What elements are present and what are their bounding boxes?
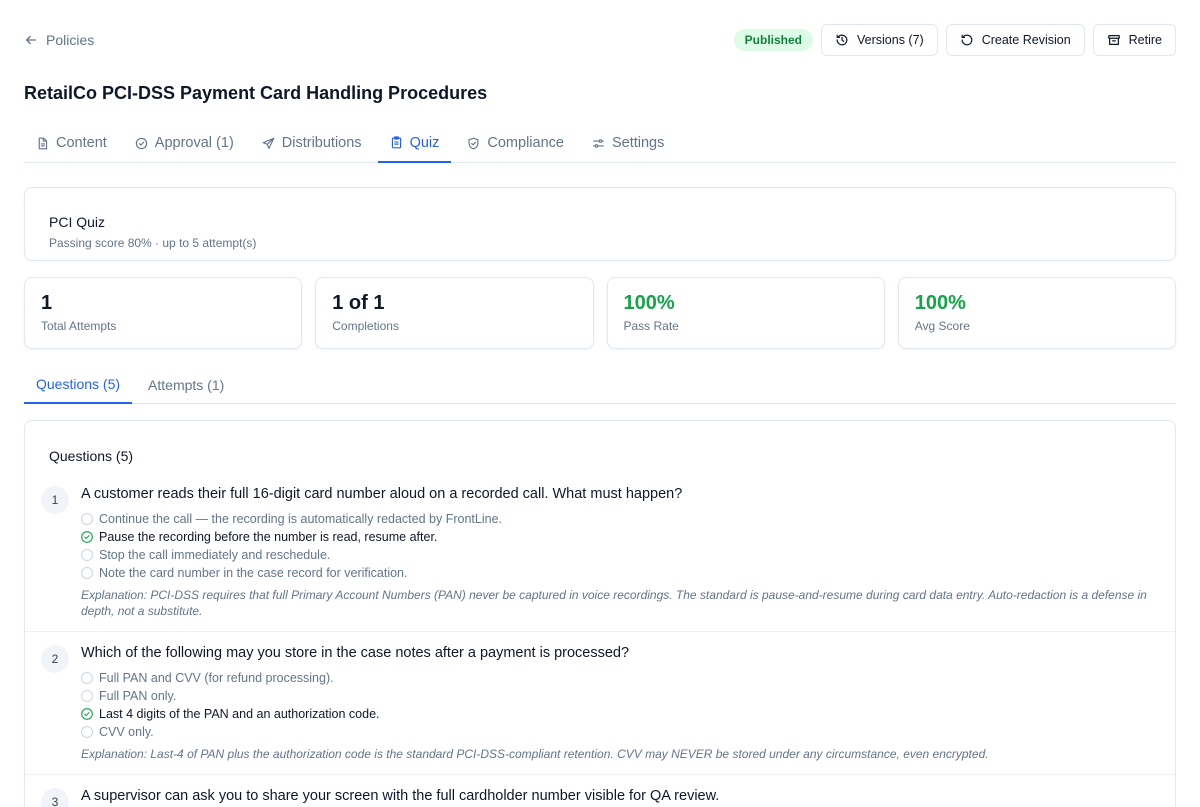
versions-button-label: Versions (7) (857, 33, 924, 47)
answer-option: CVV only. (81, 723, 154, 741)
question-number: 3 (41, 788, 69, 807)
subtab-attempts[interactable]: Attempts (1) (136, 366, 236, 403)
check-circle-icon (81, 531, 93, 543)
quiz-info-card: PCI Quiz Passing score 80% · up to 5 att… (24, 187, 1176, 261)
answer-option-text: Full PAN and CVV (for refund processing)… (99, 671, 334, 685)
answer-option-correct: Last 4 digits of the PAN and an authoriz… (81, 705, 380, 723)
stat-avg-score: 100% Avg Score (897, 277, 1176, 349)
radio-empty-icon (81, 513, 93, 525)
questions-panel-title: Questions (5) (49, 448, 134, 464)
answer-option-text: CVV only. (99, 725, 154, 739)
quiz-subtitle: Passing score 80% · up to 5 attempt(s) (49, 236, 257, 250)
question-explanation: Explanation: PCI-DSS requires that full … (81, 588, 1147, 618)
back-link[interactable]: Policies (24, 32, 94, 48)
radio-empty-icon (81, 726, 93, 738)
tab-compliance-label: Compliance (487, 135, 564, 151)
tab-quiz-label: Quiz (409, 134, 440, 151)
answer-option-text: Last 4 digits of the PAN and an authoriz… (99, 707, 380, 721)
answer-option-text: Stop the call immediately and reschedule… (99, 548, 331, 562)
create-revision-button-label: Create Revision (981, 33, 1071, 47)
answer-option-text: Continue the call — the recording is aut… (99, 512, 502, 526)
stat-label: Completions (332, 319, 399, 333)
history-icon (836, 34, 848, 46)
page-title: RetailCo PCI-DSS Payment Card Handling P… (24, 83, 488, 103)
answer-option-text: Full PAN only. (99, 689, 177, 703)
shield-check-icon (468, 137, 479, 149)
send-icon (262, 137, 275, 149)
questions-panel: Questions (5) 1 A customer reads their f… (24, 420, 1176, 807)
question-divider (25, 631, 1175, 632)
answer-option-text: Note the card number in the case record … (99, 566, 408, 580)
tab-settings[interactable]: Settings (580, 124, 676, 162)
answer-option: Note the card number in the case record … (81, 564, 407, 582)
stat-value: 100% (623, 292, 675, 314)
check-circle-icon (135, 137, 147, 149)
question-text: A customer reads their full 16-digit car… (81, 486, 683, 502)
answer-option: Full PAN and CVV (for refund processing)… (81, 669, 334, 687)
stat-value: 1 (41, 292, 53, 314)
check-circle-icon (81, 708, 93, 720)
document-icon (38, 137, 48, 149)
answer-option-text: Pause the recording before the number is… (99, 530, 438, 544)
stat-value: 100% (914, 292, 966, 314)
stat-pass-rate: 100% Pass Rate (606, 277, 885, 349)
radio-empty-icon (81, 549, 93, 561)
rotate-ccw-icon (961, 34, 973, 46)
create-revision-button[interactable]: Create Revision (945, 24, 1085, 56)
quiz-name: PCI Quiz (49, 214, 106, 230)
radio-empty-icon (81, 690, 93, 702)
tab-quiz[interactable]: Quiz (377, 124, 452, 163)
subtab-questions[interactable]: Questions (5) (24, 366, 133, 404)
archive-icon (1107, 35, 1120, 45)
tab-distributions-label: Distributions (281, 135, 362, 151)
stat-label: Total Attempts (41, 319, 117, 333)
tab-settings-label: Settings (611, 135, 665, 151)
sliders-icon (593, 138, 604, 148)
question-text: Which of the following may you store in … (81, 645, 630, 661)
retire-button-label: Retire (1128, 33, 1162, 47)
tab-compliance[interactable]: Compliance (455, 124, 576, 162)
answer-option: Full PAN only. (81, 687, 176, 705)
radio-empty-icon (81, 672, 93, 684)
stat-value: 1 of 1 (332, 292, 385, 314)
header-actions: Published Versions (7) Create Revision R… (733, 24, 1176, 56)
quiz-stats: 1 Total Attempts 1 of 1 Completions 100%… (24, 277, 1176, 349)
answer-option-correct: Pause the recording before the number is… (81, 528, 437, 546)
question-divider (25, 774, 1175, 775)
back-link-label: Policies (46, 32, 95, 48)
question-number: 1 (41, 486, 69, 514)
answer-option: Continue the call — the recording is aut… (81, 510, 502, 528)
tab-approval-label: Approval (1) (154, 135, 234, 151)
versions-button[interactable]: Versions (7) (821, 24, 938, 56)
tab-approval[interactable]: Approval (1) (123, 124, 246, 162)
arrow-left-icon (25, 35, 37, 45)
retire-button[interactable]: Retire (1092, 24, 1176, 56)
top-bar: Policies Published Versions (7) Create R… (24, 24, 1176, 56)
tab-content[interactable]: Content (24, 124, 119, 162)
radio-empty-icon (81, 567, 93, 579)
question-number: 2 (41, 645, 69, 673)
quiz-subtabs: Questions (5) Attempts (1) (24, 366, 1176, 404)
tab-distributions[interactable]: Distributions (250, 124, 374, 162)
stat-total-attempts: 1 Total Attempts (24, 277, 303, 349)
clipboard-icon (391, 136, 401, 149)
question-text: A supervisor can ask you to share your s… (81, 788, 720, 804)
stat-completions: 1 of 1 Completions (315, 277, 594, 349)
status-badge: Published (733, 29, 814, 51)
stat-label: Pass Rate (623, 319, 679, 333)
tab-content-label: Content (56, 135, 107, 151)
question-explanation: Explanation: Last-4 of PAN plus the auth… (81, 747, 989, 761)
stat-label: Avg Score (914, 319, 970, 333)
policy-tabs: Content Approval (1) Distributions Quiz … (24, 124, 1176, 163)
answer-option: Stop the call immediately and reschedule… (81, 546, 330, 564)
